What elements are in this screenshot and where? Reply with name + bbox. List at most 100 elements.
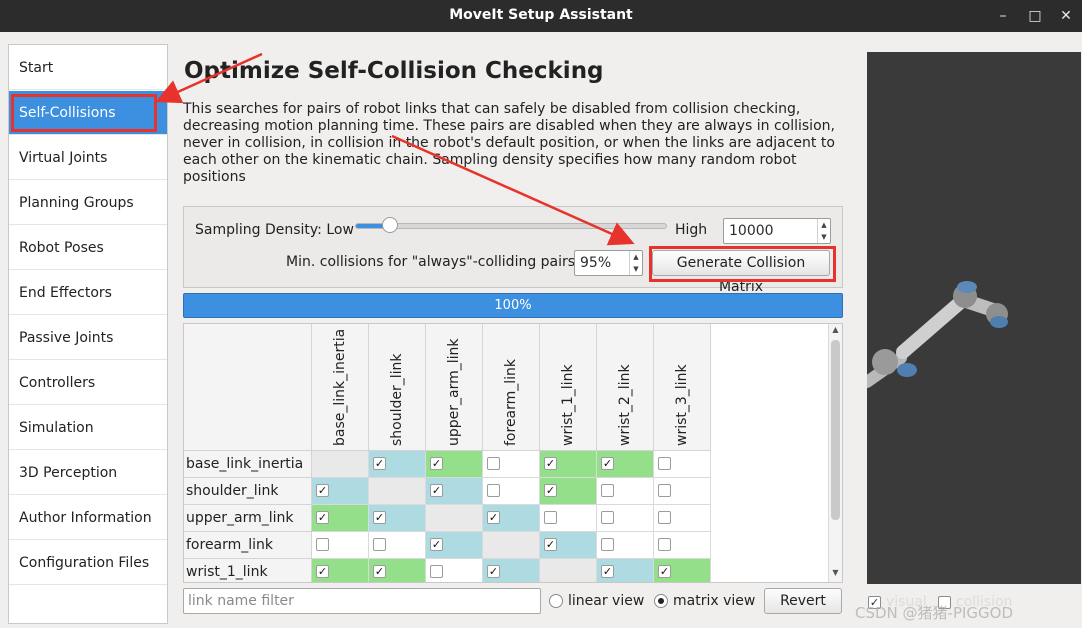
matrix-cell bbox=[483, 532, 540, 559]
matrix-cell[interactable]: ✓ bbox=[483, 559, 540, 582]
matrix-checkbox[interactable]: ✓ bbox=[487, 511, 500, 524]
matrix-cell[interactable] bbox=[540, 505, 597, 532]
matrix-checkbox[interactable]: ✓ bbox=[544, 538, 557, 551]
matrix-cell[interactable] bbox=[597, 478, 654, 505]
matrix-cell[interactable]: ✓ bbox=[312, 559, 369, 582]
nav-item-self-collisions[interactable]: Self-Collisions bbox=[9, 91, 167, 135]
matrix-checkbox[interactable]: ✓ bbox=[430, 484, 443, 497]
matrix-cell[interactable]: ✓ bbox=[426, 451, 483, 478]
nav-item-start[interactable]: Start bbox=[9, 46, 167, 90]
linear-view-radio[interactable] bbox=[549, 594, 563, 608]
matrix-cell[interactable] bbox=[654, 451, 711, 478]
matrix-scrollbar[interactable]: ▲ ▼ bbox=[828, 324, 842, 582]
matrix-checkbox[interactable]: ✓ bbox=[658, 565, 671, 578]
matrix-checkbox[interactable] bbox=[601, 511, 614, 524]
column-label: upper_arm_link bbox=[446, 338, 462, 446]
matrix-checkbox[interactable]: ✓ bbox=[373, 511, 386, 524]
matrix-cell[interactable]: ✓ bbox=[597, 559, 654, 582]
nav-item-virtual-joints[interactable]: Virtual Joints bbox=[9, 136, 167, 180]
matrix-checkbox[interactable]: ✓ bbox=[373, 565, 386, 578]
scroll-down-icon[interactable]: ▼ bbox=[829, 568, 842, 577]
matrix-cell[interactable]: ✓ bbox=[369, 451, 426, 478]
nav-item-configuration-files[interactable]: Configuration Files bbox=[9, 541, 167, 585]
matrix-checkbox[interactable]: ✓ bbox=[373, 457, 386, 470]
matrix-checkbox[interactable] bbox=[658, 484, 671, 497]
minimize-icon[interactable]: – bbox=[993, 6, 1013, 26]
matrix-cell[interactable] bbox=[597, 532, 654, 559]
generate-matrix-button[interactable]: Generate Collision Matrix bbox=[652, 250, 830, 295]
link-filter-input[interactable]: link name filter bbox=[183, 588, 541, 614]
nav-item-passive-joints[interactable]: Passive Joints bbox=[9, 316, 167, 360]
nav-item-robot-poses[interactable]: Robot Poses bbox=[9, 226, 167, 270]
nav-item-controllers[interactable]: Controllers bbox=[9, 361, 167, 405]
spin-arrows-icon[interactable]: ▲ ▼ bbox=[629, 251, 642, 275]
matrix-checkbox[interactable]: ✓ bbox=[316, 565, 329, 578]
matrix-cell[interactable]: ✓ bbox=[369, 505, 426, 532]
scroll-thumb[interactable] bbox=[831, 340, 840, 520]
matrix-column-header: forearm_link bbox=[483, 324, 540, 451]
min-collisions-spinbox[interactable]: 95% ▲ ▼ bbox=[574, 250, 643, 276]
matrix-cell[interactable]: ✓ bbox=[540, 478, 597, 505]
matrix-checkbox[interactable] bbox=[487, 484, 500, 497]
matrix-checkbox[interactable]: ✓ bbox=[430, 457, 443, 470]
maximize-icon[interactable]: □ bbox=[1025, 6, 1045, 26]
matrix-row-header: base_link_inertia bbox=[184, 451, 312, 478]
matrix-cell[interactable] bbox=[654, 532, 711, 559]
matrix-cell bbox=[540, 559, 597, 582]
spin-arrows-icon[interactable]: ▲ ▼ bbox=[817, 219, 830, 243]
nav-item-3d-perception[interactable]: 3D Perception bbox=[9, 451, 167, 495]
matrix-cell[interactable]: ✓ bbox=[312, 505, 369, 532]
matrix-checkbox[interactable] bbox=[658, 511, 671, 524]
matrix-checkbox[interactable] bbox=[373, 538, 386, 551]
matrix-checkbox[interactable]: ✓ bbox=[601, 565, 614, 578]
matrix-cell[interactable] bbox=[312, 532, 369, 559]
matrix-checkbox[interactable] bbox=[544, 511, 557, 524]
matrix-checkbox[interactable] bbox=[601, 538, 614, 551]
matrix-checkbox[interactable]: ✓ bbox=[316, 484, 329, 497]
robot-3d-viewer[interactable] bbox=[861, 52, 1081, 584]
nav-item-planning-groups[interactable]: Planning Groups bbox=[9, 181, 167, 225]
nav-item-simulation[interactable]: Simulation bbox=[9, 406, 167, 450]
matrix-cell[interactable]: ✓ bbox=[540, 451, 597, 478]
matrix-cell[interactable] bbox=[654, 505, 711, 532]
matrix-cell[interactable] bbox=[654, 478, 711, 505]
nav-item-end-effectors[interactable]: End Effectors bbox=[9, 271, 167, 315]
revert-button[interactable]: Revert bbox=[764, 588, 842, 614]
matrix-view-radio[interactable] bbox=[654, 594, 668, 608]
matrix-checkbox[interactable]: ✓ bbox=[544, 484, 557, 497]
close-icon[interactable]: ✕ bbox=[1056, 6, 1076, 26]
density-spinbox[interactable]: 10000 ▲ ▼ bbox=[723, 218, 831, 244]
matrix-cell[interactable] bbox=[426, 559, 483, 582]
matrix-cell[interactable]: ✓ bbox=[654, 559, 711, 582]
matrix-checkbox[interactable]: ✓ bbox=[430, 538, 443, 551]
matrix-row-header: wrist_1_link bbox=[184, 559, 312, 582]
matrix-row-header: shoulder_link bbox=[184, 478, 312, 505]
collision-matrix[interactable]: base_link_inertia shoulder_link upper_arm_… bbox=[183, 323, 843, 583]
matrix-cell[interactable] bbox=[483, 451, 540, 478]
nav-item-author-information[interactable]: Author Information bbox=[9, 496, 167, 540]
matrix-checkbox[interactable] bbox=[487, 457, 500, 470]
matrix-view-label: matrix view bbox=[673, 593, 756, 609]
matrix-checkbox[interactable] bbox=[316, 538, 329, 551]
matrix-checkbox[interactable]: ✓ bbox=[316, 511, 329, 524]
matrix-checkbox[interactable]: ✓ bbox=[487, 565, 500, 578]
matrix-checkbox[interactable] bbox=[601, 484, 614, 497]
matrix-cell[interactable] bbox=[369, 532, 426, 559]
scroll-up-icon[interactable]: ▲ bbox=[829, 325, 842, 334]
matrix-checkbox[interactable]: ✓ bbox=[601, 457, 614, 470]
matrix-cell[interactable]: ✓ bbox=[369, 559, 426, 582]
matrix-cell[interactable]: ✓ bbox=[597, 451, 654, 478]
matrix-cell[interactable]: ✓ bbox=[426, 478, 483, 505]
matrix-checkbox[interactable] bbox=[430, 565, 443, 578]
matrix-cell[interactable]: ✓ bbox=[540, 532, 597, 559]
matrix-cell[interactable]: ✓ bbox=[483, 505, 540, 532]
matrix-checkbox[interactable] bbox=[658, 457, 671, 470]
matrix-cell[interactable] bbox=[597, 505, 654, 532]
matrix-checkbox[interactable]: ✓ bbox=[544, 457, 557, 470]
density-slider[interactable] bbox=[355, 223, 667, 229]
matrix-cell[interactable]: ✓ bbox=[426, 532, 483, 559]
matrix-cell[interactable]: ✓ bbox=[312, 478, 369, 505]
matrix-checkbox[interactable] bbox=[658, 538, 671, 551]
matrix-cell[interactable] bbox=[483, 478, 540, 505]
matrix-column-header: shoulder_link bbox=[369, 324, 426, 451]
